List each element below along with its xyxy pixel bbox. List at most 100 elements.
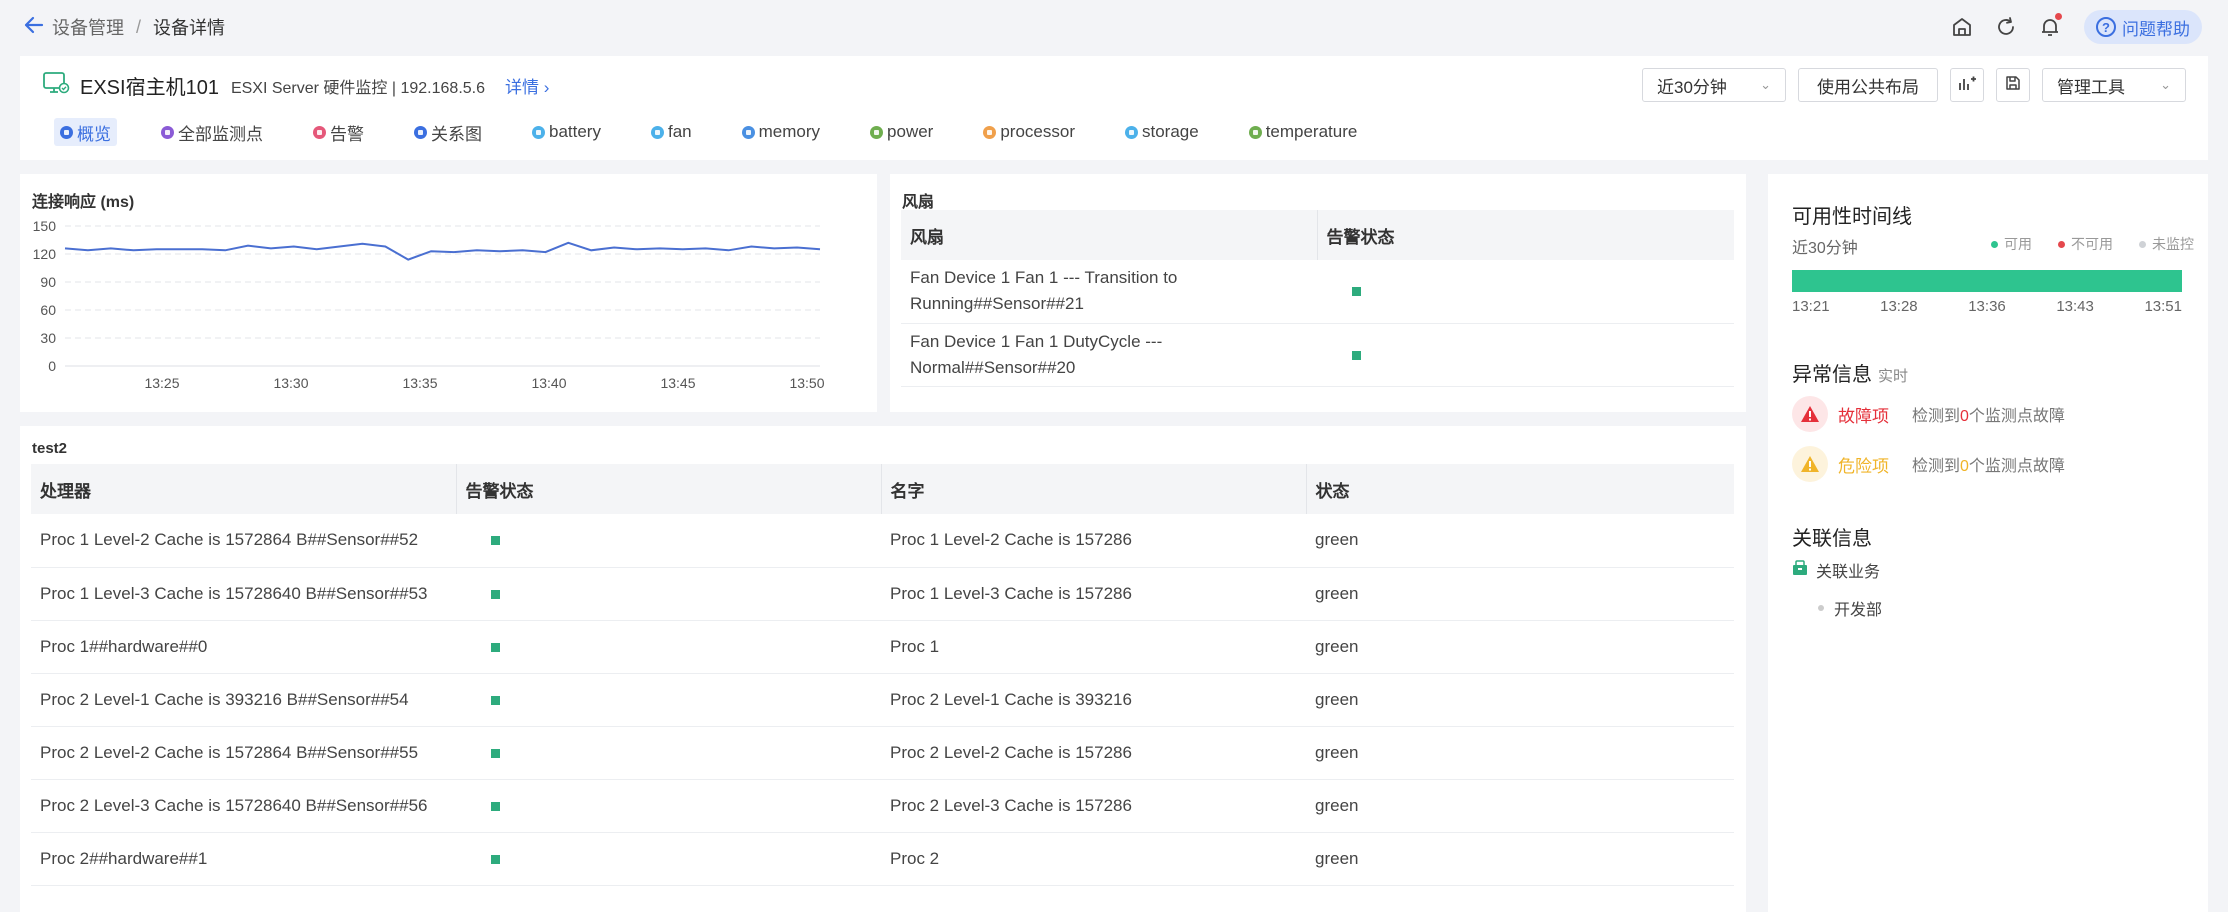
state-cell: green bbox=[1306, 779, 1734, 833]
response-chart-panel: 连接响应 (ms) 0 30 60 90 120 150 13:25 13:30 13:35 13… bbox=[20, 174, 877, 412]
timeline-tick: 13:51 bbox=[2144, 298, 2182, 315]
tab-0[interactable]: 概览 bbox=[54, 118, 117, 146]
tab-9[interactable]: storage bbox=[1119, 118, 1205, 146]
tab-2[interactable]: 告警 bbox=[307, 118, 370, 146]
table-row[interactable]: Proc 2 Level-2 Cache is 1572864 B##Senso… bbox=[31, 726, 1734, 780]
tab-1[interactable]: 全部监测点 bbox=[155, 118, 269, 146]
name-cell: Proc 2 Level-1 Cache is 393216 bbox=[881, 673, 1306, 727]
tab-dot-icon bbox=[60, 125, 73, 139]
breadcrumb: 设备管理 / 设备详情 bbox=[24, 14, 225, 40]
availability-range: 近30分钟 bbox=[1792, 240, 1858, 257]
fan-col-header: 风扇 bbox=[901, 210, 1318, 260]
anomaly-label: 危险项 bbox=[1838, 456, 1889, 476]
public-layout-button[interactable]: 使用公共布局 bbox=[1798, 68, 1938, 102]
legend-dot-icon bbox=[1991, 240, 1998, 248]
time-range-select[interactable]: 近30分钟 ⌄ bbox=[1642, 68, 1786, 102]
x-tick-label: 13:40 bbox=[531, 375, 566, 391]
tab-7[interactable]: power bbox=[864, 118, 939, 146]
fan-name-line: Normal##Sensor##20 bbox=[910, 357, 1076, 377]
timeline-tick: 13:28 bbox=[1880, 298, 1918, 315]
related-business: 关联业务 bbox=[1792, 558, 1880, 582]
home-icon[interactable] bbox=[1942, 7, 1982, 47]
anomaly-suffix: 个监测点故障 bbox=[1968, 408, 2065, 425]
timeline-tick: 13:36 bbox=[1968, 298, 2006, 315]
y-tick-label: 120 bbox=[33, 246, 57, 262]
tab-8[interactable]: processor bbox=[977, 118, 1081, 146]
state-cell: green bbox=[1306, 514, 1734, 568]
help-button[interactable]: ? 问题帮助 bbox=[2084, 10, 2202, 44]
processor-cell: Proc 2##hardware##1 bbox=[31, 832, 456, 886]
tab-label: memory bbox=[758, 122, 821, 141]
save-button[interactable] bbox=[1996, 68, 2030, 102]
tab-10[interactable]: temperature bbox=[1243, 118, 1364, 146]
anomaly-label: 故障项 bbox=[1838, 406, 1889, 426]
table-row[interactable]: Proc 2 Level-1 Cache is 393216 B##Sensor… bbox=[31, 673, 1734, 727]
name-cell: Proc 1 Level-3 Cache is 157286 bbox=[881, 567, 1306, 621]
availability-bar bbox=[1792, 270, 2182, 292]
fan-panel-title: 风扇 bbox=[902, 194, 935, 211]
tab-dot-icon bbox=[1124, 125, 1138, 139]
anomaly-item[interactable]: 故障项 检测到0个监测点故障 bbox=[1792, 396, 2065, 432]
fan-row[interactable]: Fan Device 1 Fan 1 DutyCycle --- Normal##… bbox=[901, 323, 1734, 387]
related-item[interactable]: 开发部 bbox=[1818, 596, 1882, 620]
anomaly-item[interactable]: 危险项 检测到0个监测点故障 bbox=[1792, 446, 2065, 482]
tab-4[interactable]: battery bbox=[526, 118, 607, 146]
device-detail-link[interactable]: 详情 › bbox=[505, 73, 549, 98]
related-item-label: 开发部 bbox=[1834, 602, 1883, 619]
state-cell: green bbox=[1306, 726, 1734, 780]
anomaly-prefix: 检测到 bbox=[1912, 458, 1961, 475]
table-row[interactable]: Proc 1##hardware##0 Proc 1 green bbox=[31, 620, 1734, 674]
question-icon: ? bbox=[2096, 17, 2116, 37]
notification-bell-icon[interactable] bbox=[2030, 7, 2070, 47]
availability-title: 可用性时间线 bbox=[1792, 206, 1912, 228]
x-tick-label: 13:30 bbox=[273, 375, 308, 391]
alarm-status-cell bbox=[456, 673, 881, 727]
tab-dot-icon bbox=[870, 125, 884, 139]
x-tick-label: 13:45 bbox=[660, 375, 695, 391]
legend-item: 可用 bbox=[1991, 234, 2032, 254]
status-square-icon bbox=[1352, 350, 1361, 360]
refresh-icon[interactable] bbox=[1986, 7, 2026, 47]
fault-warning-icon bbox=[1792, 396, 1828, 432]
fan-row[interactable]: Fan Device 1 Fan 1 --- Transition to Runn… bbox=[901, 260, 1734, 324]
processor-panel: test2 处理器 告警状态 名字 状态 Proc 1 Level-2 Cach… bbox=[20, 426, 1746, 912]
processor-cell: Proc 2 Level-3 Cache is 15728640 B##Sens… bbox=[31, 779, 456, 833]
tab-label: processor bbox=[1000, 122, 1075, 141]
bullet-icon bbox=[1818, 605, 1824, 611]
tab-dot-icon bbox=[313, 125, 326, 139]
timeline-tick: 13:43 bbox=[2056, 298, 2094, 315]
anomaly-subtitle: 实时 bbox=[1878, 368, 1909, 385]
table-row[interactable]: Proc 1 Level-2 Cache is 1572864 B##Senso… bbox=[31, 514, 1734, 568]
table-row[interactable]: Proc 2 Level-3 Cache is 15728640 B##Sens… bbox=[31, 779, 1734, 833]
name-cell: Proc 2 bbox=[881, 832, 1306, 886]
name-cell: Proc 2 Level-3 Cache is 157286 bbox=[881, 779, 1306, 833]
tab-label: 概览 bbox=[77, 124, 111, 144]
anomaly-list: 故障项 检测到0个监测点故障危险项 检测到0个监测点故障 bbox=[1792, 396, 2065, 496]
top-bar: 设备管理 / 设备详情 ? 问题帮助 bbox=[0, 0, 2228, 54]
legend-label: 未监控 bbox=[2152, 236, 2194, 252]
y-tick-label: 0 bbox=[48, 358, 56, 374]
tab-5[interactable]: fan bbox=[645, 118, 698, 146]
processor-cell: Proc 2 Level-1 Cache is 393216 B##Sensor… bbox=[31, 673, 456, 727]
table-row[interactable]: Proc 1 Level-3 Cache is 15728640 B##Sens… bbox=[31, 567, 1734, 621]
status-square-icon bbox=[491, 695, 500, 705]
back-arrow-icon[interactable] bbox=[24, 16, 44, 38]
alarm-status-cell bbox=[456, 726, 881, 780]
state-cell: green bbox=[1306, 620, 1734, 674]
legend-label: 可用 bbox=[2004, 236, 2032, 252]
legend-item: 未监控 bbox=[2139, 234, 2194, 254]
tab-6[interactable]: memory bbox=[736, 118, 826, 146]
state-cell: green bbox=[1306, 567, 1734, 621]
chart-settings-button[interactable] bbox=[1950, 68, 1984, 102]
manage-tools-select[interactable]: 管理工具 ⌄ bbox=[2042, 68, 2186, 102]
anomaly-text: 检测到0个监测点故障 bbox=[1912, 452, 2065, 476]
legend-dot-icon bbox=[2058, 240, 2065, 248]
table-row[interactable]: Proc 2##hardware##1 Proc 2 green bbox=[31, 832, 1734, 886]
processor-table: 处理器 告警状态 名字 状态 Proc 1 Level-2 Cache is 1… bbox=[31, 464, 1734, 886]
breadcrumb-parent[interactable]: 设备管理 bbox=[52, 14, 124, 40]
fan-name-line: Running##Sensor##21 bbox=[910, 294, 1084, 314]
availability-ticks: 13:21 13:28 13:36 13:43 13:51 bbox=[1792, 298, 2182, 315]
fan-name-line: Fan Device 1 Fan 1 DutyCycle --- bbox=[910, 331, 1163, 351]
response-series-line bbox=[64, 241, 821, 261]
tab-3[interactable]: 关系图 bbox=[408, 118, 488, 146]
